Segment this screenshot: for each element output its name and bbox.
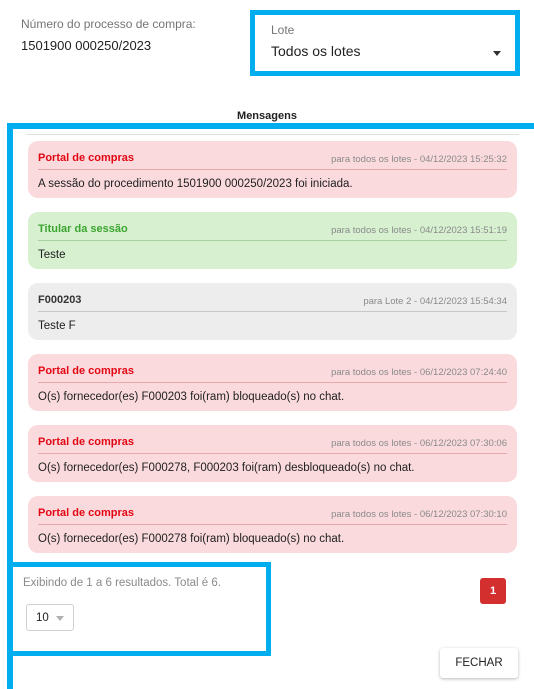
message-separator (38, 240, 507, 241)
close-button[interactable]: FECHAR (440, 648, 518, 678)
message-card: Titular da sessão para todos os lotes - … (28, 212, 517, 269)
message-separator (38, 169, 507, 170)
caret-down-icon[interactable] (56, 616, 64, 621)
message-meta: para todos os lotes - 06/12/2023 07:24:4… (331, 367, 507, 378)
message-card: Portal de compras para todos os lotes - … (28, 425, 517, 482)
page-size-select[interactable]: 10 (26, 604, 74, 631)
page-button-1[interactable]: 1 (480, 578, 506, 604)
message-meta: para Lote 2 - 04/12/2023 15:54:34 (363, 296, 507, 307)
message-author: Portal de compras (38, 436, 134, 448)
process-number-value: 1501900 000250/2023 (21, 38, 152, 53)
message-meta: para todos os lotes - 06/12/2023 07:30:0… (331, 438, 507, 449)
pagination-info: Exibindo de 1 a 6 resultados. Total é 6. (23, 577, 221, 589)
message-card: F000203 para Lote 2 - 04/12/2023 15:54:3… (28, 283, 517, 340)
page-size-value[interactable]: 10 (36, 612, 49, 624)
messages-title: Mensagens (237, 110, 297, 122)
divider (26, 134, 519, 135)
process-number-label: Número do processo de compra: (21, 17, 196, 31)
message-text: O(s) fornecedor(es) F000278 foi(ram) blo… (38, 533, 345, 545)
message-separator (38, 524, 507, 525)
message-text: O(s) fornecedor(es) F000278, F000203 foi… (38, 462, 415, 474)
message-text: Teste F (38, 320, 76, 332)
lote-label: Lote (271, 23, 295, 37)
message-author: Titular da sessão (38, 223, 128, 235)
message-author: Portal de compras (38, 365, 134, 377)
lote-selected-value[interactable]: Todos os lotes (271, 43, 361, 59)
message-separator (38, 382, 507, 383)
message-card: Portal de compras para todos os lotes - … (28, 496, 517, 553)
message-meta: para todos os lotes - 04/12/2023 15:25:3… (331, 154, 507, 165)
message-text: O(s) fornecedor(es) F000203 foi(ram) blo… (38, 391, 345, 403)
message-author: Portal de compras (38, 507, 134, 519)
message-meta: para todos os lotes - 04/12/2023 15:51:1… (331, 225, 507, 236)
message-author: F000203 (38, 294, 82, 306)
caret-down-icon[interactable] (493, 51, 501, 56)
highlight-frame-top (7, 123, 534, 129)
message-text: A sessão do procedimento 1501900 000250/… (38, 178, 353, 190)
message-author: Portal de compras (38, 152, 134, 164)
lote-select[interactable]: Lote Todos os lotes (250, 10, 520, 76)
message-separator (38, 311, 507, 312)
message-meta: para todos os lotes - 06/12/2023 07:30:1… (331, 509, 507, 520)
message-card: Portal de compras para todos os lotes - … (28, 354, 517, 411)
message-separator (38, 453, 507, 454)
message-text: Teste (38, 249, 66, 261)
message-card: Portal de compras para todos os lotes - … (28, 141, 517, 198)
